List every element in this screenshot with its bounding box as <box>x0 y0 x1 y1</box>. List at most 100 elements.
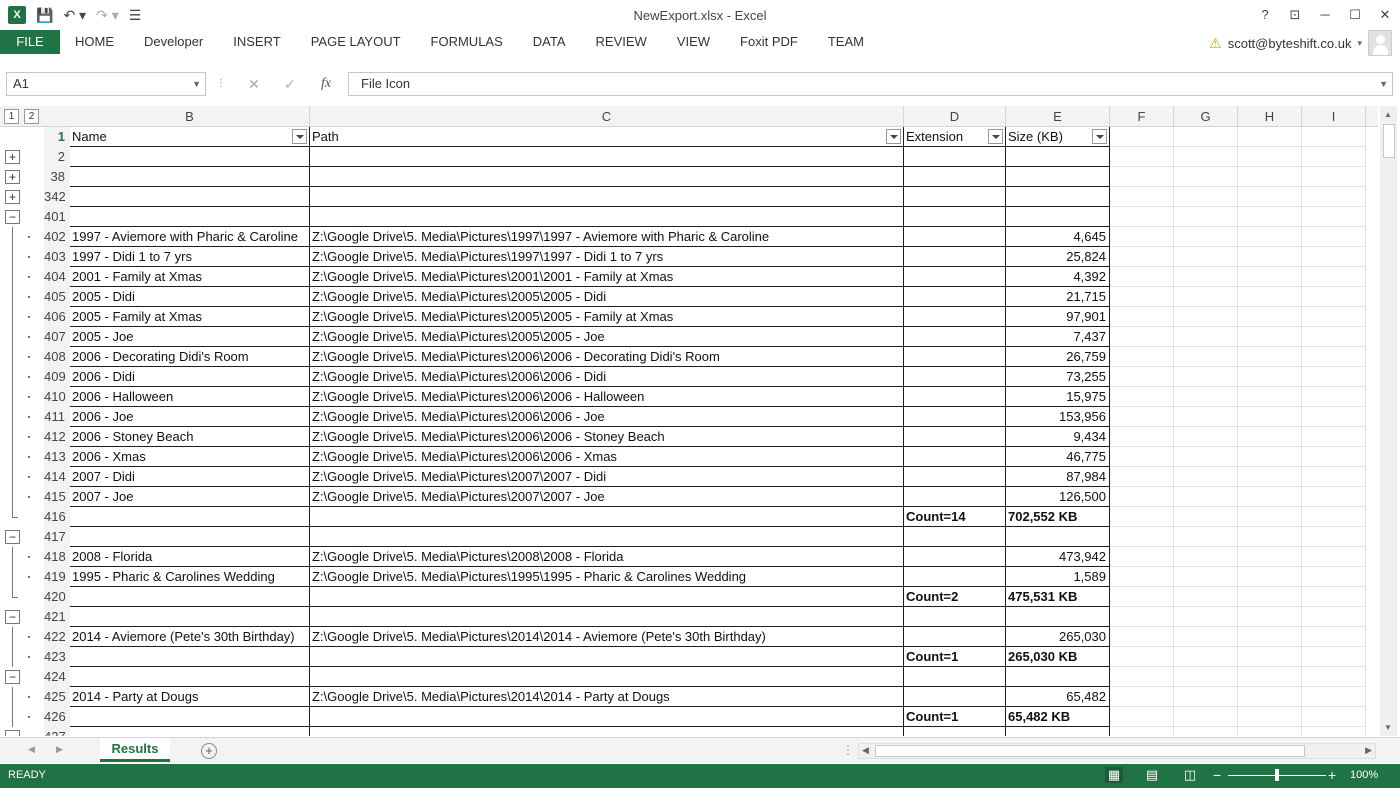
cell-size[interactable] <box>1006 187 1110 207</box>
empty-cell[interactable] <box>1174 167 1238 187</box>
empty-cell[interactable] <box>1302 707 1366 727</box>
cell-path[interactable] <box>310 187 904 207</box>
insert-function-button[interactable]: fx <box>308 72 344 96</box>
cell-name[interactable]: 2006 - Halloween <box>70 387 310 407</box>
cell-path[interactable] <box>310 587 904 607</box>
cell-name[interactable] <box>70 607 310 627</box>
row-number[interactable]: 414 <box>44 467 70 487</box>
row-number[interactable]: 418 <box>44 547 70 567</box>
cell-size[interactable] <box>1006 167 1110 187</box>
enter-icon[interactable]: ✓ <box>272 72 308 96</box>
cell-path[interactable]: Z:\Google Drive\5. Media\Pictures\1995\1… <box>310 567 904 587</box>
empty-cell[interactable] <box>1174 147 1238 167</box>
empty-cell[interactable] <box>1238 207 1302 227</box>
cell-size[interactable]: 21,715 <box>1006 287 1110 307</box>
empty-cell[interactable] <box>1174 267 1238 287</box>
avatar[interactable] <box>1368 30 1392 56</box>
add-sheet-button[interactable]: + <box>201 743 217 759</box>
empty-cell[interactable] <box>1238 407 1302 427</box>
row-number[interactable]: 417 <box>44 527 70 547</box>
cell-name[interactable]: 2006 - Joe <box>70 407 310 427</box>
empty-cell[interactable] <box>1302 507 1366 527</box>
cell-size[interactable] <box>1006 607 1110 627</box>
cell-path[interactable]: Z:\Google Drive\5. Media\Pictures\2005\2… <box>310 287 904 307</box>
cell-name[interactable]: 2006 - Xmas <box>70 447 310 467</box>
empty-cell[interactable] <box>1174 207 1238 227</box>
cell-path[interactable] <box>310 667 904 687</box>
row-number[interactable]: 403 <box>44 247 70 267</box>
cell-path[interactable]: Z:\Google Drive\5. Media\Pictures\2005\2… <box>310 307 904 327</box>
cell-ext[interactable]: Count=1 <box>904 707 1006 727</box>
row-number[interactable]: 407 <box>44 327 70 347</box>
empty-cell[interactable] <box>1302 307 1366 327</box>
empty-cell[interactable] <box>1110 507 1174 527</box>
empty-cell[interactable] <box>1110 487 1174 507</box>
empty-cell[interactable] <box>1110 327 1174 347</box>
row-number[interactable]: 1 <box>44 127 70 147</box>
empty-cell[interactable] <box>1110 447 1174 467</box>
cell-name[interactable] <box>70 727 310 736</box>
cell-ext[interactable] <box>904 687 1006 707</box>
cell-ext[interactable] <box>904 407 1006 427</box>
zoom-slider-knob[interactable] <box>1275 769 1279 781</box>
cell-size[interactable]: 26,759 <box>1006 347 1110 367</box>
cell-ext[interactable] <box>904 347 1006 367</box>
empty-cell[interactable] <box>1174 407 1238 427</box>
cell-size[interactable]: 4,392 <box>1006 267 1110 287</box>
header-cell-size[interactable]: Size (KB) <box>1006 127 1110 147</box>
empty-cell[interactable] <box>1110 367 1174 387</box>
cell-path[interactable]: Z:\Google Drive\5. Media\Pictures\1997\1… <box>310 227 904 247</box>
collapse-group-button[interactable]: − <box>5 530 20 544</box>
empty-cell[interactable] <box>1174 127 1238 147</box>
empty-cell[interactable] <box>1174 507 1238 527</box>
tab-developer[interactable]: Developer <box>129 30 218 54</box>
cell-name[interactable]: 2014 - Party at Dougs <box>70 687 310 707</box>
empty-cell[interactable] <box>1174 467 1238 487</box>
tab-review[interactable]: REVIEW <box>581 30 662 54</box>
empty-cell[interactable] <box>1174 447 1238 467</box>
zoom-slider[interactable] <box>1228 769 1326 781</box>
empty-cell[interactable] <box>1302 487 1366 507</box>
empty-cell[interactable] <box>1302 547 1366 567</box>
empty-cell[interactable] <box>1302 147 1366 167</box>
cell-name[interactable]: 2005 - Family at Xmas <box>70 307 310 327</box>
cell-name[interactable]: 1997 - Didi 1 to 7 yrs <box>70 247 310 267</box>
cell-size[interactable]: 25,824 <box>1006 247 1110 267</box>
cell-size[interactable]: 473,942 <box>1006 547 1110 567</box>
empty-cell[interactable] <box>1238 587 1302 607</box>
column-header-e[interactable]: E <box>1006 106 1110 127</box>
empty-cell[interactable] <box>1110 427 1174 447</box>
empty-cell[interactable] <box>1302 727 1366 736</box>
empty-cell[interactable] <box>1110 527 1174 547</box>
account-area[interactable]: ⚠ scott@byteshift.co.uk ▾ <box>1209 30 1400 56</box>
cell-ext[interactable]: Count=1 <box>904 647 1006 667</box>
cell-ext[interactable]: Count=14 <box>904 507 1006 527</box>
tab-formulas[interactable]: FORMULAS <box>416 30 518 54</box>
cell-ext[interactable] <box>904 527 1006 547</box>
cell-path[interactable] <box>310 707 904 727</box>
cell-name[interactable]: 1995 - Pharic & Carolines Wedding <box>70 567 310 587</box>
cell-name[interactable] <box>70 667 310 687</box>
empty-cell[interactable] <box>1238 647 1302 667</box>
empty-cell[interactable] <box>1174 647 1238 667</box>
cell-size[interactable]: 65,482 <box>1006 687 1110 707</box>
empty-cell[interactable] <box>1174 487 1238 507</box>
empty-cell[interactable] <box>1238 387 1302 407</box>
empty-cell[interactable] <box>1238 427 1302 447</box>
cell-ext[interactable] <box>904 467 1006 487</box>
vertical-scrollbar[interactable]: ▲ ▼ <box>1380 106 1397 736</box>
cell-name[interactable]: 2006 - Didi <box>70 367 310 387</box>
expand-group-button[interactable]: + <box>5 190 20 204</box>
cell-ext[interactable] <box>904 327 1006 347</box>
row-number[interactable]: 408 <box>44 347 70 367</box>
cell-ext[interactable] <box>904 447 1006 467</box>
cell-ext[interactable] <box>904 567 1006 587</box>
empty-cell[interactable] <box>1302 127 1366 147</box>
horizontal-scrollbar[interactable]: ◀ ▶ <box>858 743 1376 759</box>
empty-cell[interactable] <box>1174 227 1238 247</box>
empty-cell[interactable] <box>1238 567 1302 587</box>
cell-ext[interactable] <box>904 487 1006 507</box>
expand-group-button[interactable]: + <box>5 170 20 184</box>
empty-cell[interactable] <box>1302 327 1366 347</box>
empty-cell[interactable] <box>1110 647 1174 667</box>
